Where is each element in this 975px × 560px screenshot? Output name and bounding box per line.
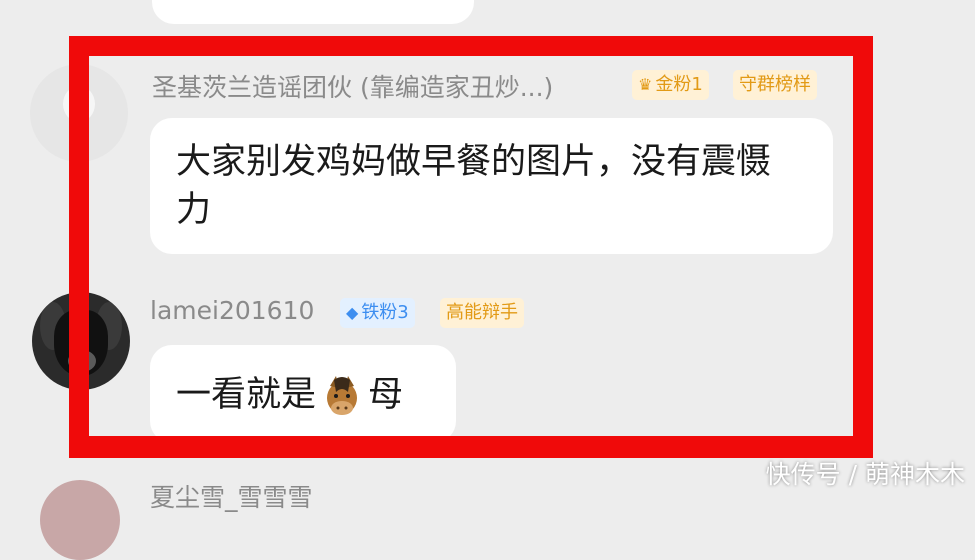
highlight-frame: [69, 36, 873, 458]
watermark: 快传号 / 萌神木木: [765, 460, 965, 489]
avatar[interactable]: [40, 480, 120, 560]
previous-comment-bubble: [152, 0, 474, 24]
comment-username[interactable]: 夏尘雪_雪雪雪: [150, 478, 313, 514]
